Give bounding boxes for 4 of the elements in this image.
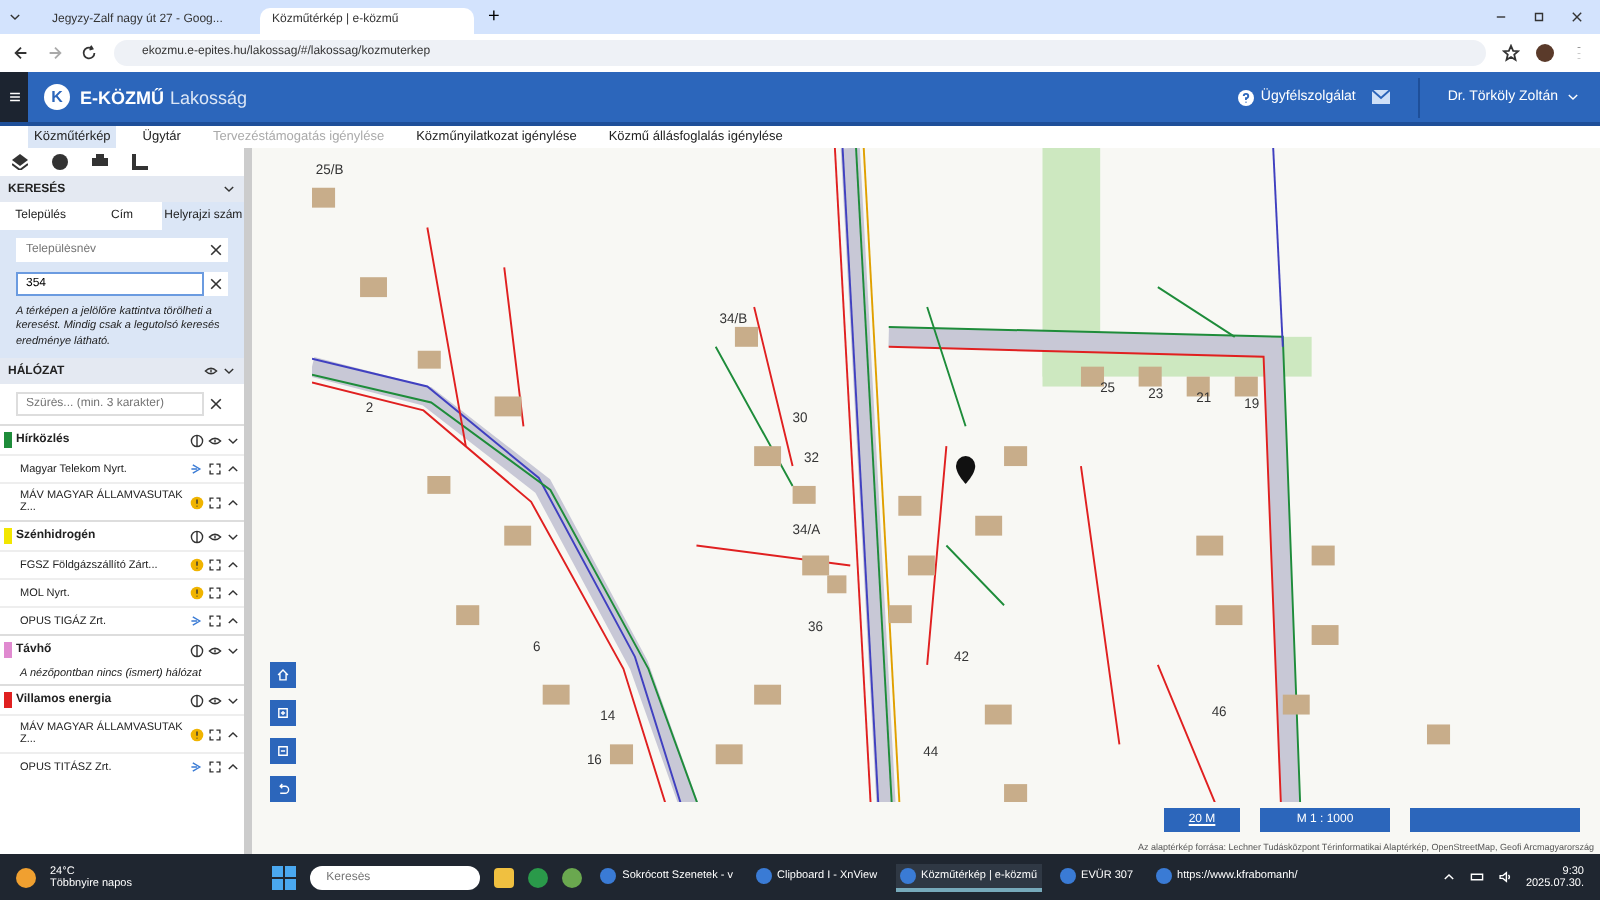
new-tab-button[interactable]: + bbox=[480, 6, 508, 28]
logo-badge: K bbox=[44, 84, 70, 110]
brand-name: E-KÖZMŰ bbox=[80, 87, 164, 107]
brand-subtitle: Lakosság bbox=[170, 87, 248, 107]
